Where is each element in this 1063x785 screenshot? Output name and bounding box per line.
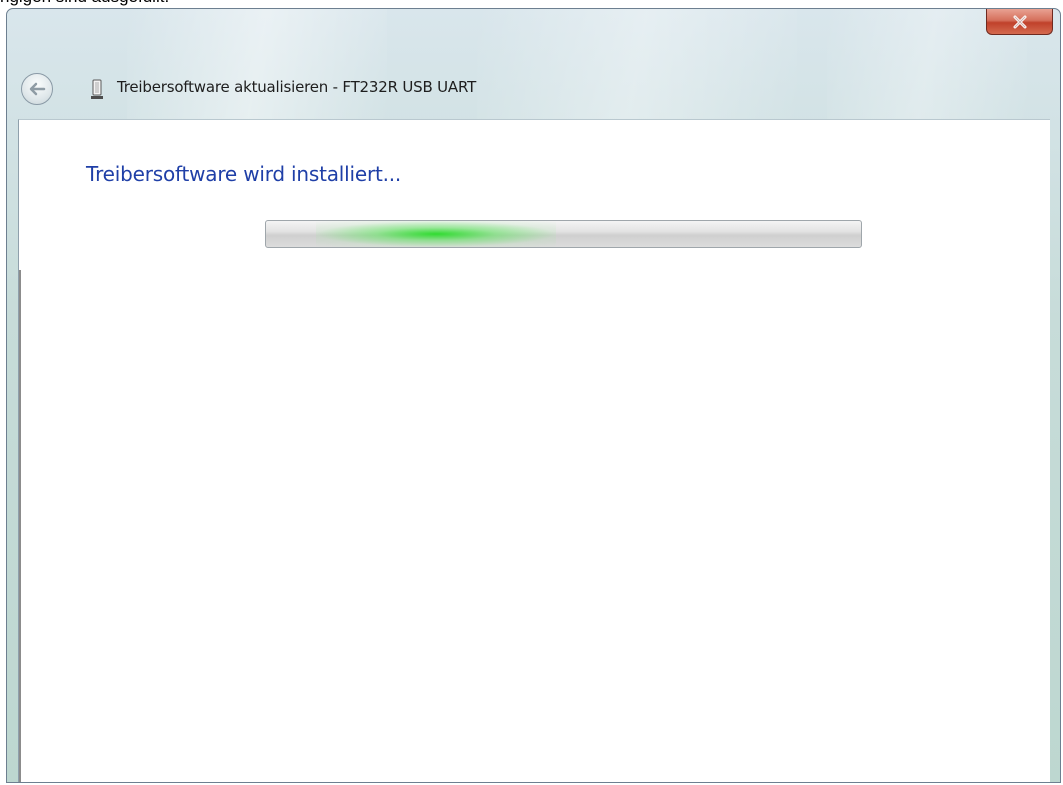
close-button[interactable] xyxy=(986,9,1053,35)
background-window-text: ngigen sind ausgefüllt. xyxy=(0,0,169,7)
title-row: Treibersoftware aktualisieren - FT232R U… xyxy=(7,71,1060,109)
glass-streak xyxy=(127,9,387,127)
dialog-window: Treibersoftware aktualisieren - FT232R U… xyxy=(6,8,1061,783)
background-window-strip: ngigen sind ausgefüllt. xyxy=(0,0,1063,8)
glass-streak xyxy=(477,9,797,127)
close-icon xyxy=(1013,15,1026,28)
back-arrow-icon xyxy=(29,82,46,96)
progress-indicator xyxy=(316,221,556,247)
status-heading: Treibersoftware wird installiert... xyxy=(86,162,402,186)
window-title: Treibersoftware aktualisieren - FT232R U… xyxy=(117,78,477,96)
progress-bar xyxy=(265,220,862,248)
back-button[interactable] xyxy=(21,73,53,105)
usb-device-icon xyxy=(91,79,103,99)
content-edge xyxy=(19,270,21,782)
dialog-content: Treibersoftware wird installiert... xyxy=(18,119,1050,782)
